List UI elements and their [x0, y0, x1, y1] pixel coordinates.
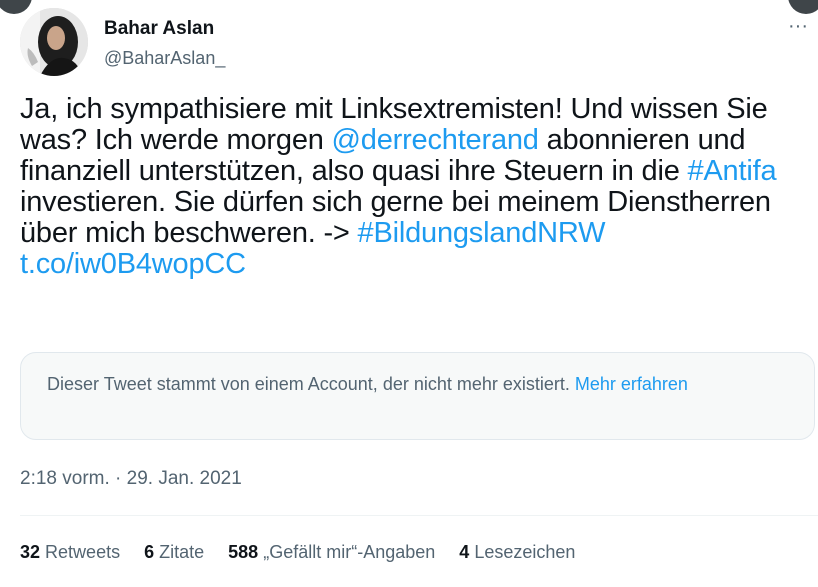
likes-count: 588	[228, 542, 259, 562]
author-name[interactable]: Bahar Aslan	[104, 18, 214, 40]
hashtag-link[interactable]: #Antifa	[687, 155, 776, 187]
hashtag-link[interactable]: #BildungslandNRW	[358, 217, 606, 249]
tweet-stats: 32 Retweets 6 Zitate 588 „Gefällt mir“-Ang…	[20, 542, 599, 563]
avatar[interactable]	[20, 8, 88, 76]
likes-label: „Gefällt mir“-Angaben	[263, 542, 436, 562]
author-handle[interactable]: @BaharAslan_	[104, 48, 225, 69]
bookmarks-count: 4	[459, 542, 470, 562]
bookmarks-stat[interactable]: 4 Lesezeichen	[459, 542, 575, 563]
bookmarks-label: Lesezeichen	[474, 542, 576, 562]
retweets-count: 32	[20, 542, 41, 562]
retweets-stat[interactable]: 32 Retweets	[20, 542, 120, 563]
quotes-count: 6	[144, 542, 155, 562]
quotes-stat[interactable]: 6 Zitate	[144, 542, 204, 563]
divider	[20, 515, 818, 516]
quotes-label: Zitate	[159, 542, 205, 562]
retweets-label: Retweets	[45, 542, 121, 562]
more-horizontal-icon[interactable]: ···	[788, 16, 808, 36]
tweet-timestamp[interactable]: 2:18 vorm. · 29. Jan. 2021	[20, 468, 242, 490]
url-link[interactable]: t.co/iw0B4wopCC	[20, 248, 246, 280]
unavailable-quote-notice: Dieser Tweet stammt von einem Account, d…	[20, 352, 815, 440]
tweet-header: Bahar Aslan @BaharAslan_ ···	[20, 8, 818, 80]
avatar-image	[20, 8, 88, 76]
likes-stat[interactable]: 588 „Gefällt mir“-Angaben	[228, 542, 435, 563]
notice-message: Dieser Tweet stammt von einem Account, d…	[47, 374, 575, 394]
notice-text: Dieser Tweet stammt von einem Account, d…	[47, 371, 777, 397]
learn-more-link[interactable]: Mehr erfahren	[575, 374, 688, 394]
mention-link[interactable]: @derrechterand	[332, 124, 539, 156]
tweet-text: Ja, ich sympathisiere mit Linksextremist…	[20, 94, 815, 280]
